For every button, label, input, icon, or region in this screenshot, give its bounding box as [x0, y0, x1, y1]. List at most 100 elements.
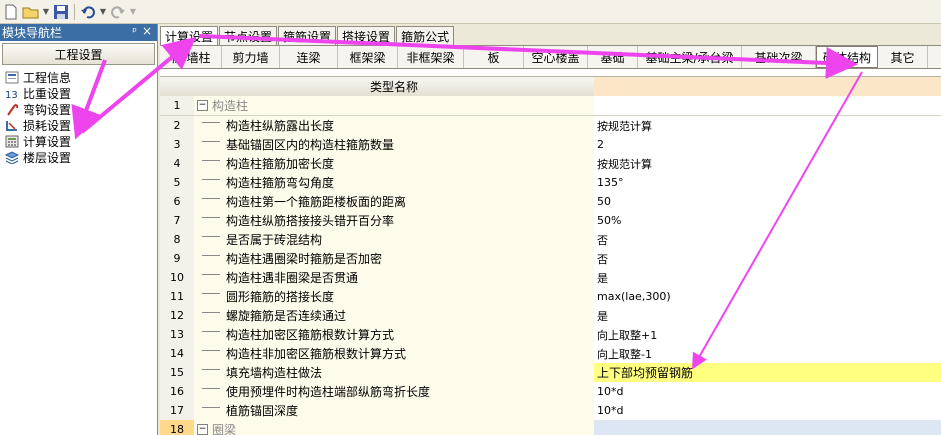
subtab-hollow-floor[interactable]: 空心楼盖	[524, 46, 588, 68]
row-value[interactable]: 按规范计算	[594, 154, 941, 173]
nav-section-project-settings[interactable]: 工程设置	[2, 43, 155, 65]
loss-icon	[4, 118, 20, 132]
row-value[interactable]: 按规范计算	[594, 116, 941, 135]
row-number: 3	[160, 135, 195, 154]
nav-item-floor-settings[interactable]: 楼层设置	[0, 149, 157, 165]
table-row[interactable]: 17 植筋锚固深度 10*d	[160, 401, 941, 421]
table-row[interactable]: 7 构造柱纵筋搭接接头错开百分率 50%	[160, 211, 941, 231]
nav-item-weight-settings[interactable]: 13 比重设置	[0, 85, 157, 101]
row-value[interactable]: 否	[594, 249, 941, 268]
row-value[interactable]: 否	[594, 230, 941, 249]
table-row[interactable]: 14 构造柱非加密区箍筋根数计算方式 向上取整-1	[160, 344, 941, 364]
floor-icon	[4, 150, 20, 164]
table-row[interactable]: 12 螺旋箍筋是否连续通过 是	[160, 306, 941, 326]
row-value[interactable]: 10*d	[594, 382, 941, 401]
row-value[interactable]	[594, 96, 941, 115]
row-value[interactable]: 50	[594, 192, 941, 211]
nav-item-calc-settings[interactable]: 计算设置	[0, 133, 157, 149]
grid-header: 类型名称	[160, 76, 941, 97]
row-name: 构造柱纵筋露出长度	[194, 116, 595, 135]
row-value[interactable]: 是	[594, 268, 941, 287]
save-icon[interactable]	[52, 3, 70, 21]
row-value-selected[interactable]: 上下部均预留钢筋	[594, 363, 941, 382]
row-value[interactable]: 向上取整-1	[594, 344, 941, 363]
subtab-coupling-beam[interactable]: 连梁	[280, 46, 338, 68]
row-value[interactable]: 是	[594, 306, 941, 325]
row-value[interactable]	[594, 420, 941, 435]
row-name-text: 填充墙构造柱做法	[226, 366, 323, 380]
row-number: 8	[160, 230, 195, 249]
subtab-frame-beam[interactable]: 框架梁	[338, 46, 398, 68]
row-number: 12	[160, 306, 195, 325]
subtab-column[interactable]: 柱/墙柱	[160, 46, 222, 68]
table-row-selected[interactable]: 15 填充墙构造柱做法 上下部均预留钢筋	[160, 363, 941, 383]
table-row[interactable]: 2 构造柱纵筋露出长度 按规范计算	[160, 116, 941, 136]
row-value[interactable]: 向上取整+1	[594, 325, 941, 344]
table-row[interactable]: 18 − 圈梁	[160, 420, 941, 435]
undo-dropdown-icon[interactable]: ▼	[99, 7, 107, 16]
tab-stirrup-formula[interactable]: 箍筋公式	[396, 26, 455, 45]
row-value[interactable]: 2	[594, 135, 941, 154]
row-name-text: 构造柱	[212, 99, 249, 113]
row-name-text: 构造柱遇圈梁时箍筋是否加密	[226, 252, 383, 266]
nav-item-hook-settings[interactable]: 弯钩设置	[0, 101, 157, 117]
table-row[interactable]: 11 圆形箍筋的搭接长度 max(lae,300)	[160, 287, 941, 307]
nav-item-label: 比重设置	[23, 86, 72, 101]
row-value[interactable]: 135°	[594, 173, 941, 192]
row-name-text: 构造柱第一个箍筋距楼板面的距离	[226, 195, 407, 209]
row-name: 构造柱第一个箍筋距楼板面的距离	[194, 192, 595, 211]
row-name: 螺旋箍筋是否连续通过	[194, 306, 595, 325]
collapse-icon[interactable]: −	[197, 424, 208, 435]
nav-item-label: 弯钩设置	[23, 102, 72, 117]
nav-item-project-info[interactable]: 工程信息	[0, 69, 157, 85]
tab-calc-settings[interactable]: 计算设置	[160, 26, 219, 46]
table-row[interactable]: 4 构造柱箍筋加密长度 按规范计算	[160, 154, 941, 174]
subtab-other[interactable]: 其它	[878, 46, 928, 68]
row-name: 构造柱遇圈梁时箍筋是否加密	[194, 249, 595, 268]
subtab-shear-wall[interactable]: 剪力墙	[222, 46, 280, 68]
subtab-masonry[interactable]: 砌体结构	[816, 46, 878, 68]
weight-icon: 13	[4, 86, 20, 100]
subtab-slab[interactable]: 板	[464, 46, 524, 68]
row-value[interactable]: max(lae,300)	[594, 287, 941, 306]
header-value-column	[594, 77, 941, 96]
subtab-non-frame-beam[interactable]: 非框架梁	[398, 46, 464, 68]
undo-icon[interactable]	[79, 3, 97, 21]
subtab-foundation[interactable]: 基础	[588, 46, 638, 68]
row-name-text: 螺旋箍筋是否连续通过	[226, 309, 347, 323]
row-value[interactable]: 50%	[594, 211, 941, 230]
row-number: 9	[160, 249, 195, 268]
table-row[interactable]: 13 构造柱加密区箍筋根数计算方式 向上取整+1	[160, 325, 941, 345]
row-number: 1	[160, 96, 195, 115]
tab-node-settings[interactable]: 节点设置	[219, 26, 278, 45]
subtab-foundation-secondary-beam[interactable]: 基础次梁	[742, 46, 816, 68]
open-dropdown-icon[interactable]: ▼	[42, 7, 50, 16]
table-row[interactable]: 5 构造柱箍筋弯勾角度 135°	[160, 173, 941, 193]
row-name-text: 圈梁	[212, 423, 237, 435]
table-row[interactable]: 10 构造柱遇非圈梁是否贯通 是	[160, 268, 941, 288]
row-name: 构造柱箍筋弯勾角度	[194, 173, 595, 192]
row-number: 15	[160, 363, 195, 382]
open-folder-icon[interactable]	[22, 3, 40, 21]
row-number: 14	[160, 344, 195, 363]
table-row[interactable]: 8 是否属于砖混结构 否	[160, 230, 941, 250]
table-row[interactable]: 16 使用预埋件时构造柱端部纵筋弯折长度 10*d	[160, 382, 941, 402]
table-row[interactable]: 9 构造柱遇圈梁时箍筋是否加密 否	[160, 249, 941, 269]
pin-icon[interactable]: ᵖ	[132, 25, 137, 38]
row-name-text: 构造柱纵筋露出长度	[226, 119, 335, 133]
table-row[interactable]: 6 构造柱第一个箍筋距楼板面的距离 50	[160, 192, 941, 212]
collapse-icon[interactable]: −	[197, 100, 208, 111]
row-name-text: 构造柱遇非圈梁是否贯通	[226, 271, 359, 285]
table-row[interactable]: 1 − 构造柱	[160, 96, 941, 116]
table-row[interactable]: 3 基础锚固区内的构造柱箍筋数量 2	[160, 135, 941, 155]
row-value[interactable]: 10*d	[594, 401, 941, 420]
toolbar: ▼ ▼ ▼	[0, 0, 941, 24]
subtab-foundation-main-beam[interactable]: 基础主梁/承台梁	[638, 46, 742, 68]
nav-item-label: 损耗设置	[23, 118, 72, 133]
tab-stirrup-settings[interactable]: 箍筋设置	[278, 26, 337, 45]
row-name: − 圈梁	[194, 420, 595, 435]
nav-item-loss-settings[interactable]: 损耗设置	[0, 117, 157, 133]
new-file-icon[interactable]	[2, 3, 20, 21]
close-icon[interactable]: ×	[142, 24, 152, 38]
tab-lap-settings[interactable]: 搭接设置	[337, 26, 396, 45]
